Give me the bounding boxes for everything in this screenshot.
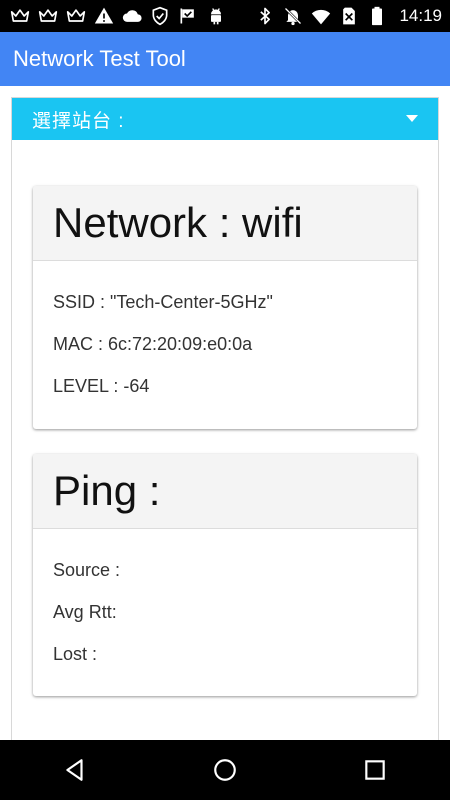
network-card-header: Network : wifi <box>33 186 417 261</box>
mac-text: MAC : 6c:72:20:09:e0:0a <box>53 334 253 354</box>
warning-icon <box>94 6 114 26</box>
source-text: Source : <box>53 560 121 580</box>
no-sim-icon <box>339 6 359 26</box>
level-text: LEVEL : -64 <box>53 376 150 396</box>
recents-icon[interactable] <box>355 750 395 790</box>
ssid-text: SSID : "Tech-Center-5GHz" <box>53 292 273 312</box>
crown-icon <box>38 6 58 26</box>
network-card: Network : wifi SSID : "Tech-Center-5GHz"… <box>33 186 417 429</box>
cloud-icon <box>122 6 142 26</box>
shield-icon <box>150 6 170 26</box>
site-select-label: 選擇站台 : <box>32 110 125 132</box>
notifications-off-icon <box>283 6 303 26</box>
navigation-bar <box>0 740 450 800</box>
dropdown-arrow-icon <box>406 115 418 122</box>
home-icon[interactable] <box>205 750 245 790</box>
lost-text: Lost : <box>53 644 98 664</box>
back-icon[interactable] <box>55 750 95 790</box>
crown-icon <box>66 6 86 26</box>
app-bar: Network Test Tool <box>0 32 450 86</box>
avg-rtt-text: Avg Rtt: <box>53 602 117 622</box>
network-title: Network : wifi <box>53 199 303 246</box>
crown-icon <box>10 6 30 26</box>
ping-title: Ping : <box>53 467 161 514</box>
ping-card-header: Ping : <box>33 454 417 529</box>
ping-card: Ping : Source : Avg Rtt: Lost : <box>33 454 417 696</box>
wifi-icon <box>311 6 331 26</box>
main-content: 選擇站台 : Network : wifi SSID : "Tech-Cente… <box>11 97 439 740</box>
clock: 14:19 <box>399 6 442 25</box>
app-title: Network Test Tool <box>13 46 186 71</box>
site-select-dropdown[interactable]: 選擇站台 : <box>12 98 438 140</box>
battery-icon <box>367 6 387 26</box>
bluetooth-icon <box>255 6 275 26</box>
check-flag-icon <box>178 6 198 26</box>
network-card-body: SSID : "Tech-Center-5GHz" MAC : 6c:72:20… <box>33 261 417 429</box>
status-bar: 14:19 <box>0 0 450 32</box>
status-left-icons <box>10 6 226 26</box>
ping-card-body: Source : Avg Rtt: Lost : <box>33 529 417 697</box>
status-right-icons: 14:19 <box>255 6 442 26</box>
android-icon <box>206 6 226 26</box>
